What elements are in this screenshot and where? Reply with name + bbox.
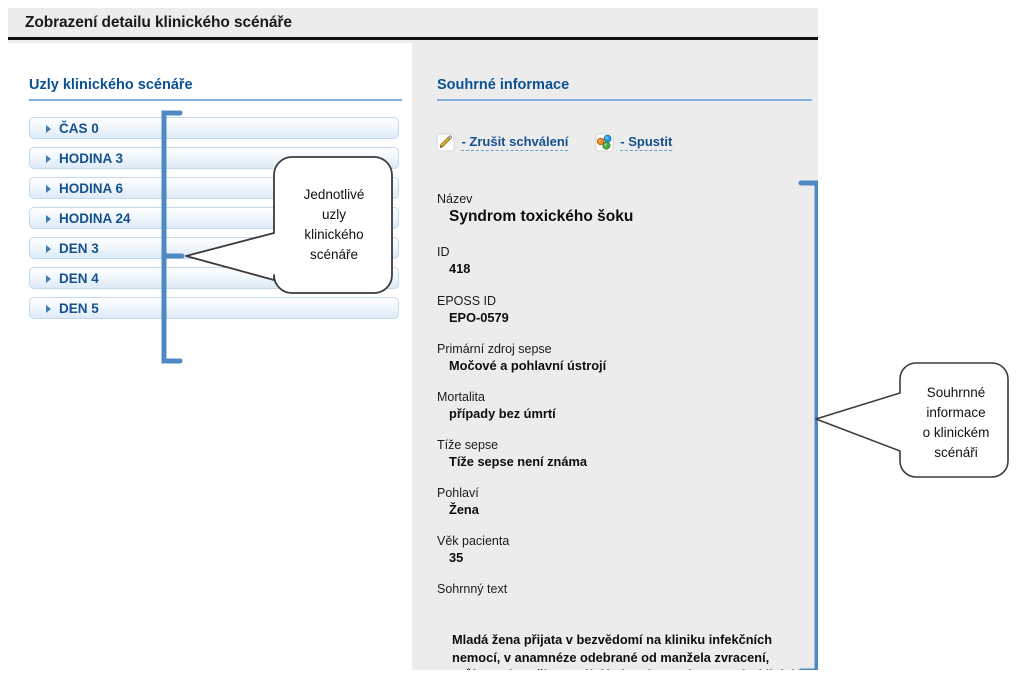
field-label: Název [437, 192, 473, 206]
field-mortalita: Mortalita případy bez úmrtí [437, 389, 807, 422]
field-value: 418 [449, 261, 471, 276]
left-panel: Uzly klinického scénáře ČAS 0 HODINA 3 H… [8, 43, 412, 670]
node-list-item[interactable]: ČAS 0 [29, 117, 399, 139]
chevron-right-icon [46, 305, 51, 313]
field-label: Mortalita [437, 390, 485, 404]
left-panel-heading: Uzly klinického scénáře [29, 77, 193, 93]
field-value: Žena [449, 502, 479, 517]
cancel-approval-label: - Zrušit schválení [461, 134, 569, 151]
node-list-item[interactable]: DEN 5 [29, 297, 399, 319]
node-list-item[interactable]: HODINA 6 [29, 177, 399, 199]
node-list-item[interactable]: DEN 4 [29, 267, 399, 289]
summary-text-body: Mladá žena přijata v bezvědomí na klinik… [452, 632, 805, 670]
field-value: případy bez úmrtí [449, 406, 556, 421]
left-panel-heading-rule [29, 99, 402, 101]
field-label: Primární zdroj sepse [437, 342, 552, 356]
node-list-item[interactable]: HODINA 3 [29, 147, 399, 169]
node-list-item-label: DEN 4 [59, 271, 99, 286]
field-pohlavi: Pohlaví Žena [437, 485, 807, 518]
chevron-right-icon [46, 275, 51, 283]
chevron-right-icon [46, 155, 51, 163]
page-title-bar: Zobrazení detailu klinického scénáře [8, 8, 818, 40]
field-value: Syndrom toxického šoku [449, 208, 634, 225]
chevron-right-icon [46, 245, 51, 253]
application-frame: Zobrazení detailu klinického scénáře Uzl… [8, 8, 818, 670]
node-list-item-label: HODINA 24 [59, 211, 131, 226]
pencil-icon [436, 133, 455, 152]
screenshot-root: Zobrazení detailu klinického scénáře Uzl… [0, 0, 1023, 678]
field-vek-pacienta: Věk pacienta 35 [437, 533, 807, 566]
field-label: Pohlaví [437, 486, 479, 500]
chevron-right-icon [46, 125, 51, 133]
right-panel-heading-rule [437, 99, 812, 101]
cancel-approval-link[interactable]: - Zrušit schválení [436, 133, 569, 152]
run-spheres-icon [595, 133, 614, 152]
right-panel-heading: Souhrné informace [437, 77, 570, 93]
right-callout-bubble: Souhrnné informace o klinickém scénáři [808, 357, 1014, 487]
chevron-right-icon [46, 185, 51, 193]
field-primarni-zdroj-sepse: Primární zdroj sepse Močové a pohlavní ú… [437, 341, 807, 374]
right-panel: Souhrné informace - Zrušit schválení - S… [412, 43, 818, 670]
node-list-item-label: DEN 3 [59, 241, 99, 256]
field-label: ID [437, 245, 450, 259]
clinical-scenario-node-list: ČAS 0 HODINA 3 HODINA 6 HODINA 24 DEN 3 [29, 117, 399, 327]
field-value: EPO-0579 [449, 310, 509, 325]
field-sohrnny-text: Sohrnný text [437, 581, 807, 597]
node-list-item-label: HODINA 6 [59, 181, 124, 196]
field-label: Věk pacienta [437, 534, 510, 548]
action-links-row: - Zrušit schválení - Spustit [436, 133, 694, 155]
node-list-item-label: HODINA 3 [59, 151, 124, 166]
chevron-right-icon [46, 215, 51, 223]
field-label: Sohrnný text [437, 582, 508, 596]
field-id: ID 418 [437, 244, 807, 277]
field-value: Močové a pohlavní ústrojí [449, 358, 607, 373]
page-title: Zobrazení detailu klinického scénáře [25, 14, 292, 31]
field-value: Tíže sepse není známa [449, 454, 587, 469]
field-eposs-id: EPOSS ID EPO-0579 [437, 293, 807, 326]
field-label: Tíže sepse [437, 438, 499, 452]
node-list-item-label: DEN 5 [59, 301, 99, 316]
field-value: 35 [449, 550, 464, 565]
field-label: EPOSS ID [437, 294, 497, 308]
run-link[interactable]: - Spustit [595, 133, 673, 152]
field-nazev: Název Syndrom toxického šoku [437, 191, 807, 227]
node-list-item[interactable]: DEN 3 [29, 237, 399, 259]
field-tize-sepse: Tíže sepse Tíže sepse není známa [437, 437, 807, 470]
node-list-item-label: ČAS 0 [59, 121, 99, 136]
right-callout-text: Souhrnné informace o klinickém scénáři [922, 385, 990, 460]
node-list-item[interactable]: HODINA 24 [29, 207, 399, 229]
run-label: - Spustit [620, 134, 673, 151]
